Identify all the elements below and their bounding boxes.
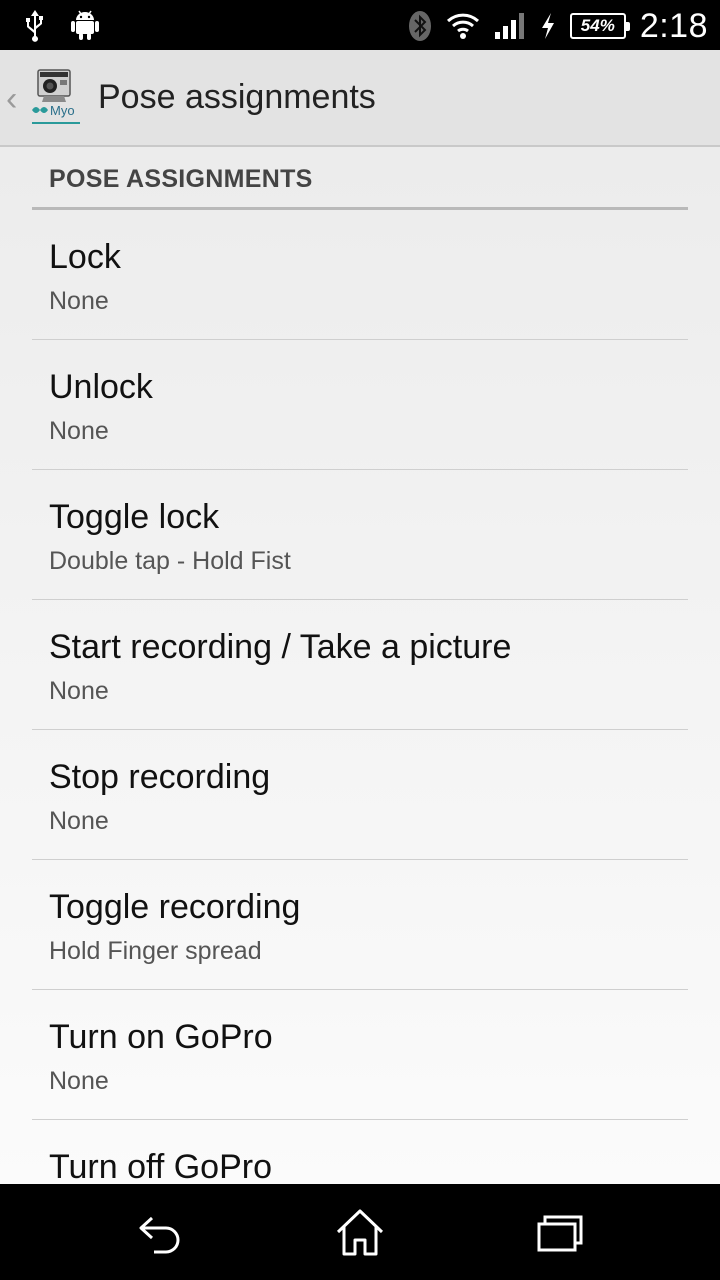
pref-summary: None: [49, 677, 109, 705]
pref-summary: None: [49, 417, 109, 445]
pref-item-turn-off-gopro[interactable]: Turn off GoPro: [32, 1120, 688, 1184]
pref-item-lock[interactable]: Lock None: [32, 210, 688, 340]
home-up-button[interactable]: ‹ Myo: [0, 50, 90, 147]
pose-assignment-list: Lock None Unlock None Toggle lock Double…: [0, 210, 720, 1184]
wifi-icon: [446, 13, 479, 39]
preferences-screen: POSE ASSIGNMENTS Lock None Unlock None T…: [0, 147, 720, 1184]
pref-item-unlock[interactable]: Unlock None: [32, 340, 688, 470]
pref-title: Start recording / Take a picture: [49, 628, 512, 666]
home-icon[interactable]: [335, 1208, 385, 1256]
battery-icon: 54%: [569, 13, 630, 39]
status-bar: 54% 2:18: [0, 0, 720, 50]
charging-icon: [541, 13, 554, 39]
pref-item-stop-recording[interactable]: Stop recording None: [32, 730, 688, 860]
action-bar: ‹ Myo Pose assignments: [0, 50, 720, 147]
back-icon[interactable]: [136, 1208, 186, 1256]
pref-title: Turn off GoPro: [49, 1148, 272, 1184]
recent-apps-icon[interactable]: [535, 1208, 585, 1256]
android-icon: [71, 10, 99, 40]
pref-title: Unlock: [49, 368, 153, 406]
pref-item-toggle-recording[interactable]: Toggle recording Hold Finger spread: [32, 860, 688, 990]
pref-item-start-recording[interactable]: Start recording / Take a picture None: [32, 600, 688, 730]
usb-icon: [26, 10, 43, 42]
bluetooth-icon: [408, 11, 431, 41]
page-title: Pose assignments: [98, 78, 376, 116]
pref-summary: None: [49, 807, 109, 835]
pref-title: Lock: [49, 238, 121, 276]
pref-item-toggle-lock[interactable]: Toggle lock Double tap - Hold Fist: [32, 470, 688, 600]
section-title: POSE ASSIGNMENTS: [49, 165, 313, 193]
pref-item-turn-on-gopro[interactable]: Turn on GoPro None: [32, 990, 688, 1120]
pref-summary: None: [49, 1067, 109, 1095]
pref-summary: Hold Finger spread: [49, 937, 262, 965]
chevron-left-icon: ‹: [6, 80, 18, 118]
pref-title: Turn on GoPro: [49, 1018, 273, 1056]
pref-summary: Double tap - Hold Fist: [49, 547, 291, 575]
myo-gopro-app-icon: Myo: [32, 69, 80, 124]
section-header: POSE ASSIGNMENTS: [32, 147, 688, 210]
pref-title: Toggle recording: [49, 888, 301, 926]
battery-level: 54%: [580, 16, 615, 35]
clock: 2:18: [639, 6, 708, 45]
svg-text:Myo: Myo: [50, 103, 75, 118]
signal-icon: [494, 13, 524, 39]
pref-summary: None: [49, 287, 109, 315]
pref-title: Stop recording: [49, 758, 271, 796]
pref-title: Toggle lock: [49, 498, 220, 536]
navigation-bar: [0, 1184, 720, 1280]
